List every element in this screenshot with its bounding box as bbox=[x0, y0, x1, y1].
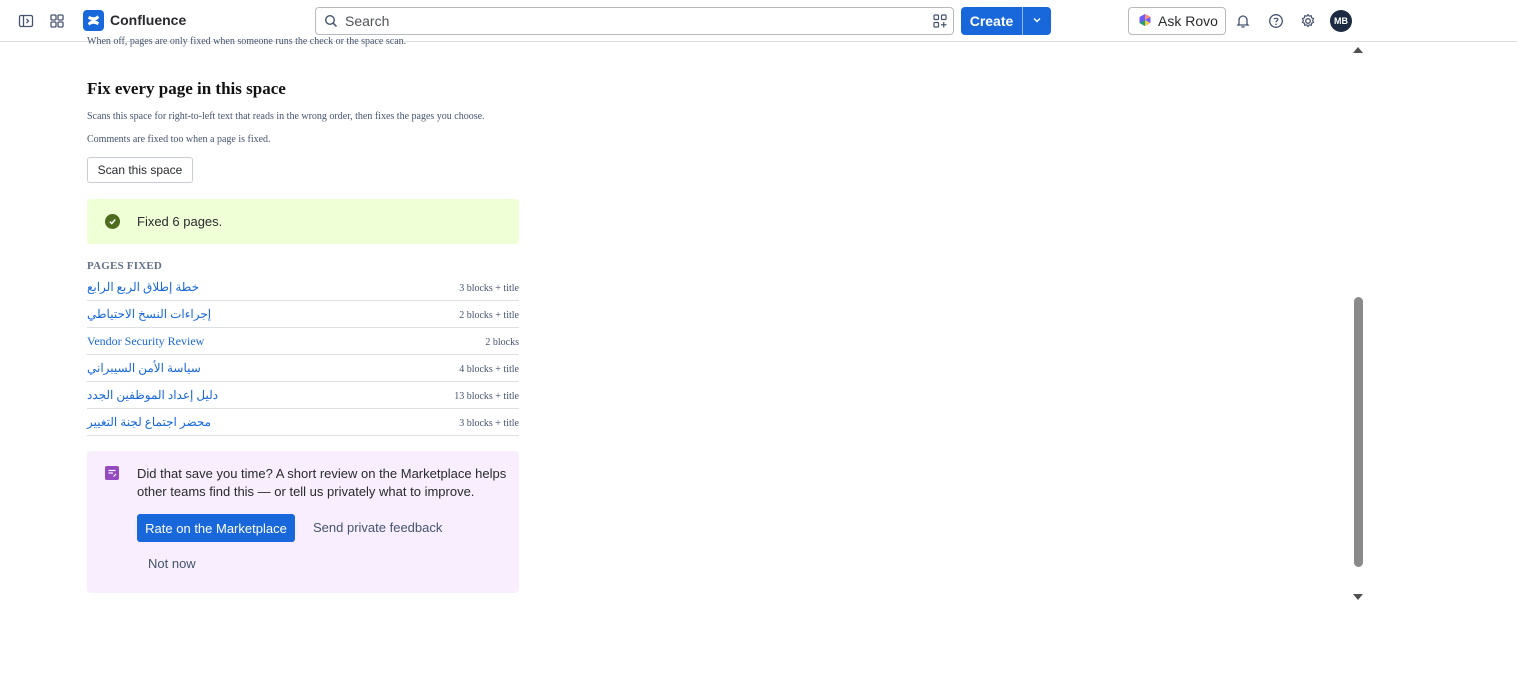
gear-icon[interactable] bbox=[1296, 9, 1320, 33]
scroll-down-arrow[interactable] bbox=[1353, 594, 1363, 600]
feedback-panel: Did that save you time? A short review o… bbox=[87, 451, 519, 593]
search-input[interactable] bbox=[345, 12, 905, 30]
page-link[interactable]: إجراءات النسخ الاحتياطي bbox=[87, 307, 211, 322]
block-count: 13 blocks + title bbox=[454, 391, 519, 402]
list-item: خطة إطلاق الربع الرابع 3 blocks + title bbox=[87, 274, 519, 301]
page-link[interactable]: محضر اجتماع لجنة التغيير bbox=[87, 415, 211, 430]
pages-fixed-list: خطة إطلاق الربع الرابع 3 blocks + title … bbox=[87, 274, 519, 436]
sidebar-toggle-icon[interactable] bbox=[14, 9, 38, 33]
section-description: Scans this space for right-to-left text … bbox=[87, 111, 485, 122]
create-dropdown-button[interactable] bbox=[1022, 7, 1051, 35]
comments-note: Comments are fixed too when a page is fi… bbox=[87, 134, 271, 145]
create-button[interactable]: Create bbox=[961, 7, 1022, 35]
list-item: دليل إعداد الموظفين الجدد 13 blocks + ti… bbox=[87, 382, 519, 409]
block-count: 3 blocks + title bbox=[459, 283, 519, 294]
cut-off-description: When off, pages are only fixed when some… bbox=[87, 36, 407, 47]
section-title: Fix every page in this space bbox=[87, 79, 286, 98]
list-item: إجراءات النسخ الاحتياطي 2 blocks + title bbox=[87, 301, 519, 328]
app-switcher-icon[interactable] bbox=[45, 9, 69, 33]
bell-icon[interactable] bbox=[1231, 9, 1255, 33]
ask-rovo-label: Ask Rovo bbox=[1158, 13, 1218, 29]
block-count: 2 blocks bbox=[485, 337, 519, 348]
chevron-down-icon bbox=[1032, 12, 1042, 30]
confluence-logo-icon[interactable] bbox=[83, 10, 104, 31]
list-item: سياسة الأمن السيبراني 4 blocks + title bbox=[87, 355, 519, 382]
scroll-up-arrow[interactable] bbox=[1353, 47, 1363, 53]
feedback-message: Did that save you time? A short review o… bbox=[137, 466, 507, 499]
scan-space-button[interactable]: Scan this space bbox=[87, 157, 193, 183]
search-icon bbox=[324, 14, 338, 33]
page-link[interactable]: Vendor Security Review bbox=[87, 334, 204, 349]
list-item: Vendor Security Review 2 blocks bbox=[87, 328, 519, 355]
pages-fixed-heading: PAGES FIXED bbox=[87, 260, 163, 272]
block-count: 3 blocks + title bbox=[459, 418, 519, 429]
page-link[interactable]: سياسة الأمن السيبراني bbox=[87, 361, 201, 376]
success-message: Fixed 6 pages. bbox=[137, 214, 223, 229]
create-button-group: Create bbox=[961, 7, 1051, 35]
help-icon[interactable] bbox=[1264, 9, 1288, 33]
scrollbar-thumb[interactable] bbox=[1354, 297, 1363, 567]
block-count: 4 blocks + title bbox=[459, 364, 519, 375]
rate-marketplace-button[interactable]: Rate on the Marketplace bbox=[137, 514, 295, 542]
success-banner: Fixed 6 pages. bbox=[87, 199, 519, 244]
block-count: 2 blocks + title bbox=[459, 310, 519, 321]
list-item: محضر اجتماع لجنة التغيير 3 blocks + titl… bbox=[87, 409, 519, 436]
feedback-icon bbox=[105, 466, 119, 480]
not-now-button[interactable]: Not now bbox=[148, 556, 196, 571]
search-box[interactable] bbox=[315, 7, 954, 35]
ask-rovo-button[interactable]: Ask Rovo bbox=[1128, 7, 1226, 35]
page-link[interactable]: دليل إعداد الموظفين الجدد bbox=[87, 388, 218, 403]
apps-icon[interactable] bbox=[933, 14, 947, 33]
send-private-feedback-button[interactable]: Send private feedback bbox=[313, 520, 442, 535]
page-link[interactable]: خطة إطلاق الربع الرابع bbox=[87, 280, 199, 295]
avatar[interactable]: MB bbox=[1330, 10, 1352, 32]
rovo-icon bbox=[1138, 13, 1152, 30]
check-circle-icon bbox=[105, 214, 120, 229]
product-name[interactable]: Confluence bbox=[110, 12, 186, 28]
